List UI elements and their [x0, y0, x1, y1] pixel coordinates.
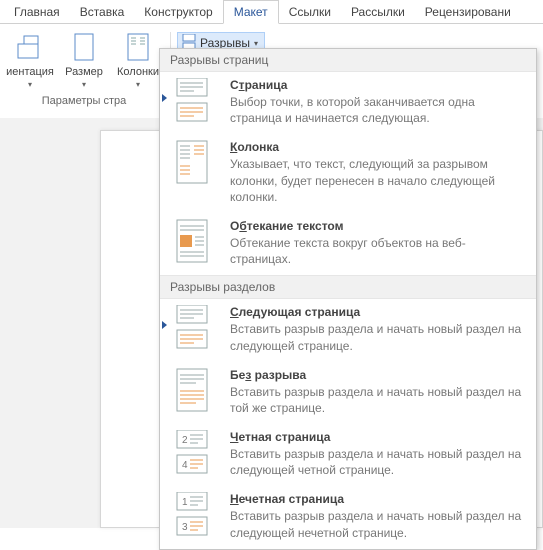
breaks-dropdown: Разрывы страниц Страница Выбор точки, в …: [159, 48, 537, 550]
tab-insert[interactable]: Вставка: [70, 1, 135, 23]
size-icon: [68, 32, 100, 64]
break-continuous-item[interactable]: Без разрыва Вставить разрыв раздела и на…: [160, 362, 536, 424]
break-evenpage-desc: Вставить разрыв раздела и начать новый р…: [230, 446, 526, 478]
break-column-desc: Указывает, что текст, следующий за разры…: [230, 156, 526, 205]
tab-review[interactable]: Рецензировани: [415, 1, 521, 23]
break-nextpage-item[interactable]: Следующая страница Вставить разрыв разде…: [160, 299, 536, 361]
selected-marker-icon: [162, 94, 167, 102]
selected-marker-icon: [162, 321, 167, 329]
break-nextpage-icon: [176, 305, 216, 349]
break-nextpage-title: Следующая страница: [230, 305, 526, 319]
page-breaks-header: Разрывы страниц: [160, 49, 536, 72]
ribbon-tabs: Главная Вставка Конструктор Макет Ссылки…: [0, 0, 543, 24]
break-evenpage-title: Четная страница: [230, 430, 526, 444]
tab-design[interactable]: Конструктор: [134, 1, 222, 23]
break-column-title: Колонка: [230, 140, 526, 154]
break-column-icon: [176, 140, 216, 184]
tab-references[interactable]: Ссылки: [279, 1, 341, 23]
svg-text:1: 1: [182, 497, 188, 508]
orientation-label: иентация: [6, 66, 54, 78]
break-continuous-title: Без разрыва: [230, 368, 526, 382]
break-oddpage-item[interactable]: 1 3 Нечетная страница Вставить разрыв ра…: [160, 486, 536, 548]
break-textwrap-item[interactable]: Обтекание текстом Обтекание текста вокру…: [160, 213, 536, 275]
columns-button[interactable]: Колонки ▾: [114, 30, 162, 89]
size-label: Размер: [65, 66, 103, 78]
columns-label: Колонки: [117, 66, 159, 78]
break-textwrap-desc: Обтекание текста вокруг объектов на веб-…: [230, 235, 526, 267]
columns-icon: [122, 32, 154, 64]
break-nextpage-desc: Вставить разрыв раздела и начать новый р…: [230, 321, 526, 353]
tab-home[interactable]: Главная: [4, 1, 70, 23]
chevron-down-icon: ▾: [28, 80, 32, 89]
break-oddpage-icon: 1 3: [176, 492, 216, 536]
break-evenpage-item[interactable]: 2 4 Четная страница Вставить разрыв разд…: [160, 424, 536, 486]
chevron-down-icon: ▾: [254, 39, 258, 48]
break-textwrap-title: Обтекание текстом: [230, 219, 526, 233]
chevron-down-icon: ▾: [82, 80, 86, 89]
tab-layout[interactable]: Макет: [223, 0, 279, 24]
section-breaks-header: Разрывы разделов: [160, 275, 536, 299]
svg-text:4: 4: [182, 460, 188, 471]
break-oddpage-desc: Вставить разрыв раздела и начать новый р…: [230, 508, 526, 540]
page-setup-group-label: Параметры стра: [42, 93, 126, 109]
chevron-down-icon: ▾: [136, 80, 140, 89]
tab-mailings[interactable]: Рассылки: [341, 1, 415, 23]
break-page-desc: Выбор точки, в которой заканчивается одн…: [230, 94, 526, 126]
break-continuous-desc: Вставить разрыв раздела и начать новый р…: [230, 384, 526, 416]
break-page-title: Страница: [230, 78, 526, 92]
page-setup-group: иентация ▾ Размер ▾ Колонки ▾ Параметры …: [0, 28, 168, 109]
break-evenpage-icon: 2 4: [176, 430, 216, 474]
size-button[interactable]: Размер ▾: [60, 30, 108, 89]
break-page-item[interactable]: Страница Выбор точки, в которой заканчив…: [160, 72, 536, 134]
break-page-icon: [176, 78, 216, 122]
break-continuous-icon: [176, 368, 216, 412]
break-textwrap-icon: [176, 219, 216, 263]
orientation-icon: [14, 32, 46, 64]
svg-text:2: 2: [182, 435, 188, 446]
break-oddpage-title: Нечетная страница: [230, 492, 526, 506]
orientation-button[interactable]: иентация ▾: [6, 30, 54, 89]
break-column-item[interactable]: Колонка Указывает, что текст, следующий …: [160, 134, 536, 213]
